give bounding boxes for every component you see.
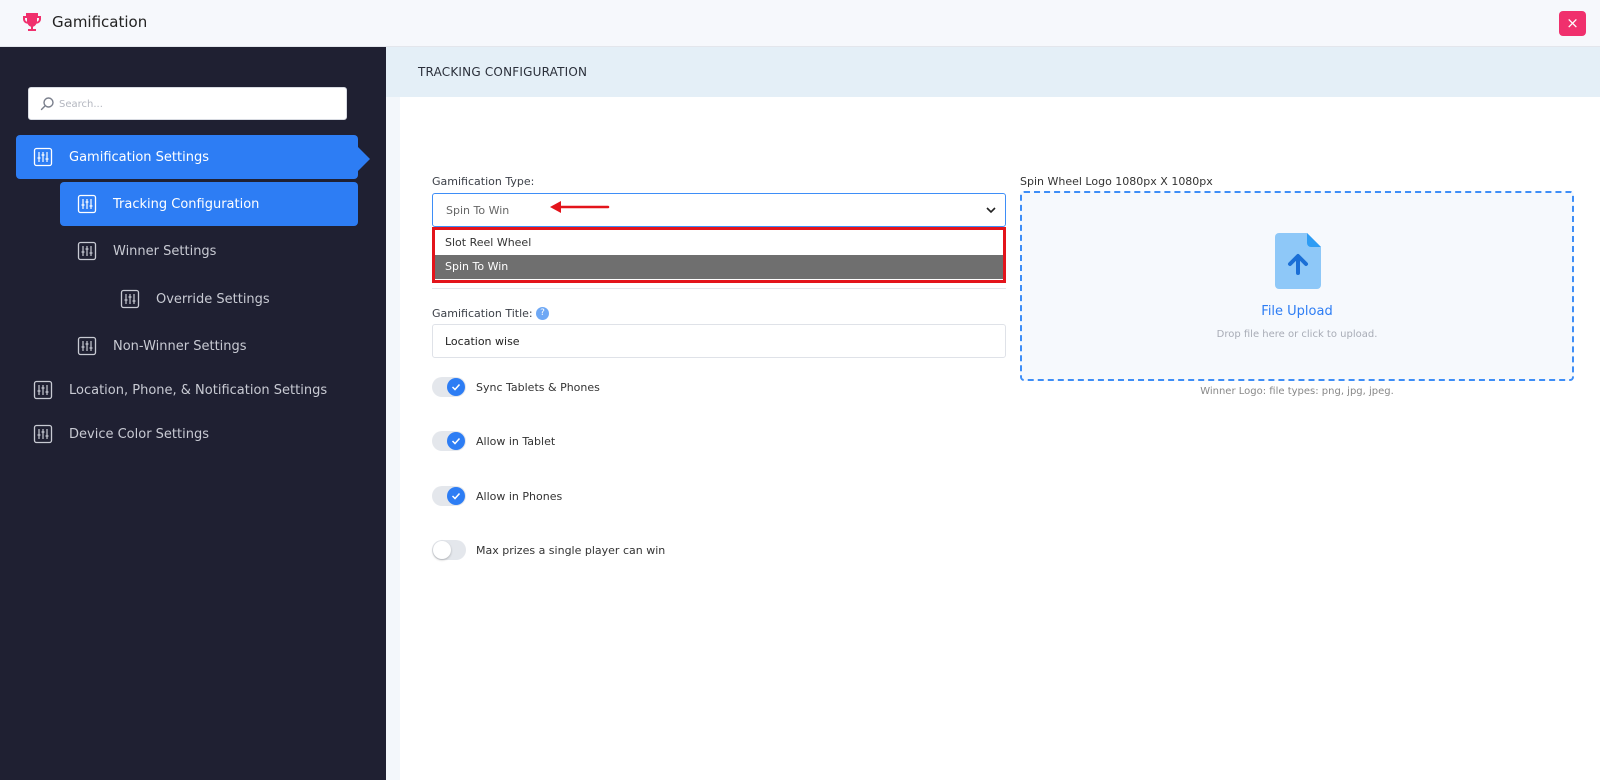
toggle-switch[interactable] xyxy=(432,377,466,397)
close-button[interactable]: × xyxy=(1559,11,1586,36)
toggle-switch[interactable] xyxy=(432,540,466,560)
sliders-icon xyxy=(77,336,97,356)
toggle-label: Max prizes a single player can win xyxy=(476,543,666,557)
sidebar-item-non-winner-settings[interactable]: Non-Winner Settings xyxy=(60,324,358,368)
annotation-arrow-icon xyxy=(550,201,610,213)
check-icon xyxy=(451,437,461,445)
top-bar: Gamification × xyxy=(0,0,1600,47)
sidebar-item-label: Winner Settings xyxy=(113,243,217,259)
toggle-max-prizes[interactable]: Max prizes a single player can win xyxy=(432,539,665,561)
search-box xyxy=(28,87,347,120)
check-icon xyxy=(451,492,461,500)
gamification-type-dropdown: Slot Reel Wheel Spin To Win xyxy=(432,227,1006,283)
sliders-icon xyxy=(77,241,97,261)
toggle-allow-in-tablet[interactable]: Allow in Tablet xyxy=(432,430,555,452)
toggle-allow-in-phones[interactable]: Allow in Phones xyxy=(432,485,562,507)
upload-file-types-note: Winner Logo: file types: png, jpg, jpeg. xyxy=(1200,386,1394,397)
sidebar: Gamification Settings Tracking Configura… xyxy=(0,47,386,780)
toggle-switch[interactable] xyxy=(432,431,466,451)
sidebar-item-label: Location, Phone, & Notification Settings xyxy=(69,382,328,398)
sidebar-item-label: Override Settings xyxy=(156,291,270,307)
select-value: Spin To Win xyxy=(446,204,510,217)
sidebar-item-tracking-configuration[interactable]: Tracking Configuration xyxy=(60,182,358,226)
gamification-title-label: Gamification Title: xyxy=(432,307,533,320)
active-pointer xyxy=(358,147,370,171)
gamification-title-input[interactable] xyxy=(432,324,1006,358)
sliders-icon xyxy=(33,147,53,167)
search-icon xyxy=(40,97,54,111)
sidebar-item-gamification-settings[interactable]: Gamification Settings xyxy=(16,135,358,179)
search-input[interactable] xyxy=(59,92,339,116)
sidebar-item-device-color-settings[interactable]: Device Color Settings xyxy=(16,412,358,456)
app-title: Gamification xyxy=(52,13,148,31)
gamification-type-label: Gamification Type: xyxy=(432,175,535,188)
sliders-icon xyxy=(77,194,97,214)
dropdown-option[interactable]: Slot Reel Wheel xyxy=(435,231,1003,255)
check-icon xyxy=(451,383,461,391)
main-content: TRACKING CONFIGURATION Gamification Type… xyxy=(386,47,1600,780)
sidebar-item-label: Gamification Settings xyxy=(69,149,209,165)
sliders-icon xyxy=(33,380,53,400)
toggle-label: Allow in Phones xyxy=(476,489,563,503)
section-title: TRACKING CONFIGURATION xyxy=(418,65,588,79)
sliders-icon xyxy=(120,289,140,309)
upload-title: File Upload xyxy=(1261,304,1333,319)
toggle-label: Allow in Tablet xyxy=(476,434,556,448)
sidebar-item-location-phone-notification[interactable]: Location, Phone, & Notification Settings xyxy=(16,368,358,412)
help-icon[interactable]: ? xyxy=(536,307,549,320)
sliders-icon xyxy=(33,424,53,444)
sidebar-item-label: Device Color Settings xyxy=(69,426,209,442)
gamification-type-select[interactable]: Spin To Win xyxy=(432,193,1006,227)
divider xyxy=(432,288,1006,289)
file-upload-dropzone[interactable]: File Upload Drop file here or click to u… xyxy=(1020,191,1574,381)
sidebar-item-winner-settings[interactable]: Winner Settings xyxy=(60,229,358,273)
settings-panel: Gamification Type: Spin To Win Slot Reel… xyxy=(400,97,1600,780)
section-header: TRACKING CONFIGURATION xyxy=(386,47,1600,97)
toggle-switch[interactable] xyxy=(432,486,466,506)
trophy-icon xyxy=(23,13,41,31)
chevron-down-icon xyxy=(986,207,996,214)
spin-wheel-logo-label: Spin Wheel Logo 1080px X 1080px xyxy=(1020,175,1213,188)
sidebar-item-override-settings[interactable]: Override Settings xyxy=(103,277,358,321)
sidebar-item-label: Non-Winner Settings xyxy=(113,338,247,354)
toggle-label: Sync Tablets & Phones xyxy=(476,380,600,394)
toggle-sync-tablets-phones[interactable]: Sync Tablets & Phones xyxy=(432,376,600,398)
sidebar-item-label: Tracking Configuration xyxy=(113,196,260,212)
dropdown-option-highlighted[interactable]: Spin To Win xyxy=(435,255,1003,279)
file-upload-icon xyxy=(1275,233,1321,289)
upload-hint: Drop file here or click to upload. xyxy=(1216,329,1378,340)
